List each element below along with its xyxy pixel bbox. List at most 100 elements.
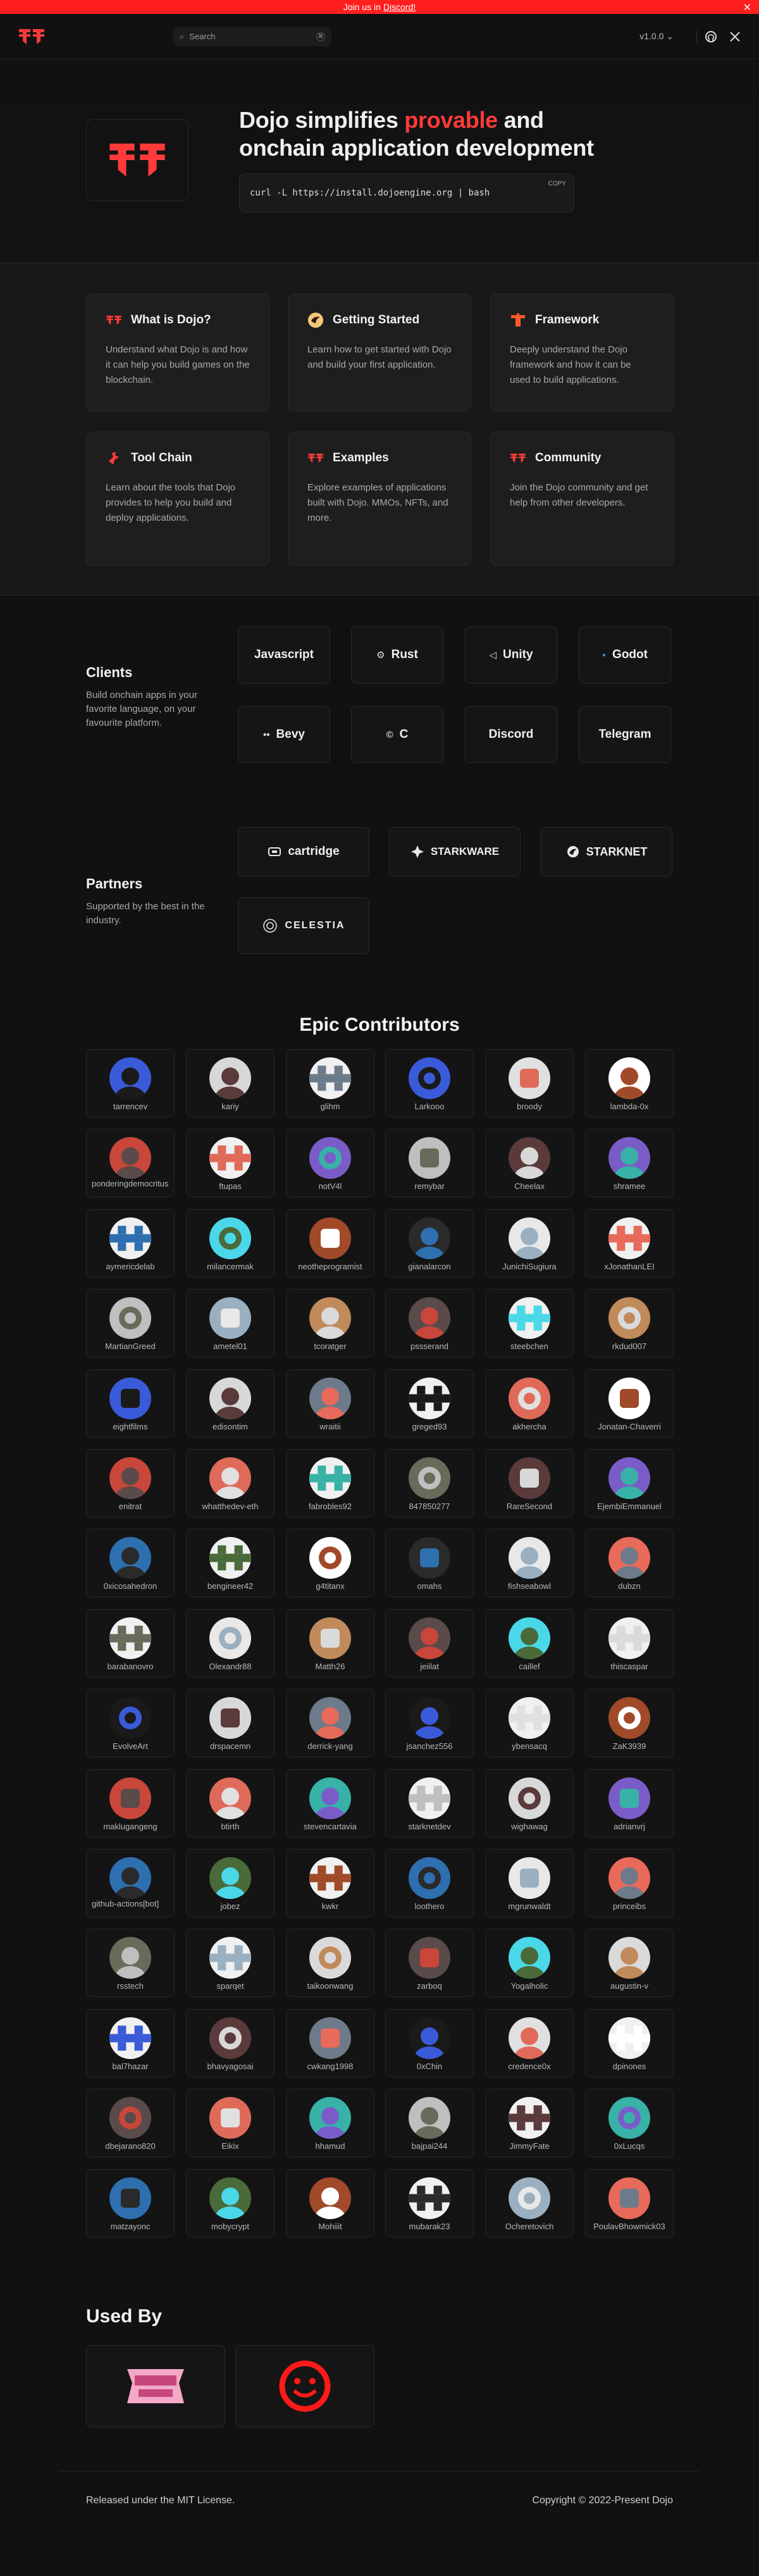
contributor-card[interactable]: lambda-0x bbox=[585, 1049, 674, 1117]
contributor-card[interactable]: g4titanx bbox=[286, 1529, 374, 1598]
used-by-card[interactable] bbox=[235, 2345, 374, 2427]
contributor-card[interactable]: ponderingdemocritus bbox=[86, 1129, 175, 1198]
contributor-card[interactable]: dubzn bbox=[585, 1529, 674, 1598]
contributor-card[interactable]: maklugangeng bbox=[86, 1769, 175, 1838]
contributor-card[interactable]: matzayonc bbox=[86, 2168, 175, 2237]
contributor-card[interactable]: Ocheretovich bbox=[485, 2168, 574, 2237]
contributor-card[interactable]: dpinones bbox=[585, 2008, 674, 2077]
contributor-card[interactable]: Olexandr88 bbox=[186, 1608, 275, 1677]
partner-tile-starknet[interactable]: STARKNET bbox=[541, 827, 672, 876]
contributor-card[interactable]: Jonatan-Chaverri bbox=[585, 1369, 674, 1438]
contributor-card[interactable]: thiscaspar bbox=[585, 1608, 674, 1677]
x-icon[interactable] bbox=[729, 30, 741, 43]
client-tile-telegram[interactable]: Telegram bbox=[579, 706, 671, 763]
contributor-card[interactable]: enitrat bbox=[86, 1449, 175, 1517]
contributor-card[interactable]: Mohiiit bbox=[286, 2168, 374, 2237]
contributor-card[interactable]: JunichiSugiura bbox=[485, 1209, 574, 1278]
contributor-card[interactable]: jobez bbox=[186, 1849, 275, 1917]
used-by-card[interactable] bbox=[86, 2345, 225, 2427]
contributor-card[interactable]: broody bbox=[485, 1049, 574, 1117]
contributor-card[interactable]: adrianvrj bbox=[585, 1769, 674, 1838]
contributor-card[interactable]: RareSecond bbox=[485, 1449, 574, 1517]
contributor-card[interactable]: 0xLucqs bbox=[585, 2089, 674, 2158]
contributor-card[interactable]: fabrobles92 bbox=[286, 1449, 374, 1517]
contributor-card[interactable]: PoulavBhowmick03 bbox=[585, 2168, 674, 2237]
contributor-card[interactable]: Yogalholic bbox=[485, 1929, 574, 1998]
contributor-card[interactable]: taikoonwang bbox=[286, 1929, 374, 1998]
contributor-card[interactable]: remybar bbox=[385, 1129, 474, 1198]
contributor-card[interactable]: sparqet bbox=[186, 1929, 275, 1998]
contributor-card[interactable]: kwkr bbox=[286, 1849, 374, 1917]
contributor-card[interactable]: bajpai244 bbox=[385, 2089, 474, 2158]
partner-tile-starkware[interactable]: STARKWARE bbox=[389, 827, 521, 876]
contributor-card[interactable]: mgrunwaldt bbox=[485, 1849, 574, 1917]
partner-tile-celestia[interactable]: CELESTIA bbox=[238, 897, 369, 954]
contributor-card[interactable]: loothero bbox=[385, 1849, 474, 1917]
contributor-card[interactable]: rsstech bbox=[86, 1929, 175, 1998]
contributor-card[interactable]: aymericdelab bbox=[86, 1209, 175, 1278]
contributor-card[interactable]: Eikix bbox=[186, 2089, 275, 2158]
contributor-card[interactable]: wighawag bbox=[485, 1769, 574, 1838]
contributor-card[interactable]: augustin-v bbox=[585, 1929, 674, 1998]
contributor-card[interactable]: bengineer42 bbox=[186, 1529, 275, 1598]
contributor-card[interactable]: whatthedev-eth bbox=[186, 1449, 275, 1517]
contributor-card[interactable]: milancermak bbox=[186, 1209, 275, 1278]
contributor-card[interactable]: derrick-yang bbox=[286, 1689, 374, 1758]
contributor-card[interactable]: greged93 bbox=[385, 1369, 474, 1438]
contributor-card[interactable]: edisontim bbox=[186, 1369, 275, 1438]
contributor-card[interactable]: zarboq bbox=[385, 1929, 474, 1998]
contributor-card[interactable]: hhamud bbox=[286, 2089, 374, 2158]
client-tile-godot[interactable]: ● Godot bbox=[579, 626, 671, 683]
contributor-card[interactable]: pssserand bbox=[385, 1289, 474, 1358]
contributor-card[interactable]: omahs bbox=[385, 1529, 474, 1598]
contributor-card[interactable]: eightfilms bbox=[86, 1369, 175, 1438]
contributor-card[interactable]: credence0x bbox=[485, 2008, 574, 2077]
contributor-card[interactable]: btirth bbox=[186, 1769, 275, 1838]
feature-card[interactable]: What is Dojo? Understand what Dojo is and… bbox=[86, 294, 269, 411]
contributor-card[interactable]: notV4l bbox=[286, 1129, 374, 1198]
contributor-card[interactable]: 0xicosahedron bbox=[86, 1529, 175, 1598]
contributor-card[interactable]: JimmyFate bbox=[485, 2089, 574, 2158]
contributor-card[interactable]: mubarak23 bbox=[385, 2168, 474, 2237]
contributor-card[interactable]: cwkang1998 bbox=[286, 2008, 374, 2077]
close-icon[interactable]: ✕ bbox=[743, 1, 751, 14]
contributor-card[interactable]: Matth26 bbox=[286, 1608, 374, 1677]
client-tile-discord[interactable]: Discord bbox=[465, 706, 557, 763]
client-tile-bevy[interactable]: •• Bevy bbox=[238, 706, 330, 763]
contributor-card[interactable]: 847850277 bbox=[385, 1449, 474, 1517]
contributor-card[interactable]: drspacemn bbox=[186, 1689, 275, 1758]
contributor-card[interactable]: EvolveArt bbox=[86, 1689, 175, 1758]
contributor-card[interactable]: jsanchez556 bbox=[385, 1689, 474, 1758]
partner-tile-cartridge[interactable]: cartridge bbox=[238, 827, 369, 876]
contributor-card[interactable]: princeibs bbox=[585, 1849, 674, 1917]
contributor-card[interactable]: bhavyagosai bbox=[186, 2008, 275, 2077]
client-tile-rust[interactable]: ⚙ Rust bbox=[351, 626, 443, 683]
version-dropdown[interactable]: v1.0.0 ⌄ bbox=[639, 31, 674, 42]
dojo-logo-icon[interactable] bbox=[18, 27, 46, 46]
contributor-card[interactable]: ybensacq bbox=[485, 1689, 574, 1758]
feature-card[interactable]: Community Join the Dojo community and get… bbox=[490, 432, 674, 566]
copy-button[interactable]: COPY bbox=[548, 180, 566, 187]
contributor-card[interactable]: xJonathanLEI bbox=[585, 1209, 674, 1278]
github-icon[interactable] bbox=[705, 30, 717, 43]
contributor-card[interactable]: akhercha bbox=[485, 1369, 574, 1438]
contributor-card[interactable]: gianalarcon bbox=[385, 1209, 474, 1278]
contributor-card[interactable]: starknetdev bbox=[385, 1769, 474, 1838]
contributor-card[interactable]: fishseabowl bbox=[485, 1529, 574, 1598]
contributor-card[interactable]: jeiilat bbox=[385, 1608, 474, 1677]
contributor-card[interactable]: tarrencev bbox=[86, 1049, 175, 1117]
feature-card[interactable]: Getting Started Learn how to get started … bbox=[288, 294, 471, 411]
contributor-card[interactable]: EjembiEmmanuel bbox=[585, 1449, 674, 1517]
contributor-card[interactable]: barabanovro bbox=[86, 1608, 175, 1677]
contributor-card[interactable]: mobycrypt bbox=[186, 2168, 275, 2237]
contributor-card[interactable]: 0xChin bbox=[385, 2008, 474, 2077]
contributor-card[interactable]: ftupas bbox=[186, 1129, 275, 1198]
client-tile-c[interactable]: © C bbox=[351, 706, 443, 763]
contributor-card[interactable]: stevencartavia bbox=[286, 1769, 374, 1838]
discord-link[interactable]: Discord! bbox=[383, 2, 416, 12]
client-tile-unity[interactable]: ◁ Unity bbox=[465, 626, 557, 683]
contributor-card[interactable]: glihm bbox=[286, 1049, 374, 1117]
contributor-card[interactable]: github-actions[bot] bbox=[86, 1849, 175, 1917]
contributor-card[interactable]: rkdud007 bbox=[585, 1289, 674, 1358]
contributor-card[interactable]: wraitii bbox=[286, 1369, 374, 1438]
